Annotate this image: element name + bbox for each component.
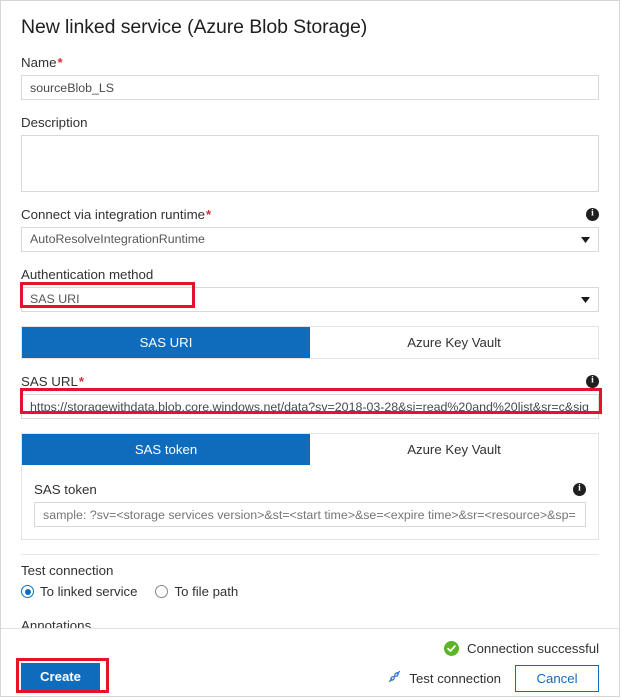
radio-indicator[interactable] — [21, 585, 34, 598]
dialog-footer: Connection successful Test connec — [1, 628, 619, 696]
sas-token-label-row: SAS token i — [34, 481, 586, 498]
integration-runtime-label-row: Connect via integration runtime* i — [21, 206, 599, 223]
annotations-label: Annotations — [21, 617, 599, 628]
radio-label: To file path — [174, 584, 238, 599]
info-icon[interactable]: i — [586, 375, 599, 388]
success-check-icon — [444, 641, 459, 656]
connection-status: Connection successful — [21, 629, 599, 663]
tab-azure-key-vault-token[interactable]: Azure Key Vault — [310, 434, 598, 465]
integration-runtime-label: Connect via integration runtime* — [21, 206, 211, 223]
footer-actions: Test connection Cancel — [21, 663, 599, 693]
description-label: Description — [21, 114, 599, 131]
sas-token-source-tabs: SAS token Azure Key Vault — [22, 434, 598, 467]
sas-url-source-tabs: SAS URI Azure Key Vault — [21, 326, 599, 359]
plug-icon — [387, 669, 402, 687]
name-label-text: Name — [21, 55, 56, 70]
sas-url-label: SAS URL* — [21, 373, 84, 390]
sas-token-input[interactable] — [34, 502, 586, 527]
integration-runtime-required-marker: * — [206, 207, 211, 222]
name-required-marker: * — [57, 55, 62, 70]
create-button-wrap: Create — [21, 663, 100, 690]
tab-azure-key-vault-url[interactable]: Azure Key Vault — [310, 327, 598, 358]
section-divider — [21, 554, 599, 555]
test-connection-button-label: Test connection — [409, 671, 501, 686]
name-label: Name* — [21, 54, 599, 71]
integration-runtime-label-text: Connect via integration runtime — [21, 207, 205, 222]
integration-runtime-select[interactable]: AutoResolveIntegrationRuntime — [21, 227, 599, 252]
description-textarea[interactable] — [21, 135, 599, 192]
info-icon[interactable]: i — [573, 483, 586, 496]
auth-method-label: Authentication method — [21, 266, 599, 283]
radio-to-linked-service[interactable]: To linked service — [21, 584, 137, 599]
status-text: Connection successful — [467, 641, 599, 656]
radio-indicator[interactable] — [155, 585, 168, 598]
dialog-body: New linked service (Azure Blob Storage) … — [1, 1, 619, 628]
radio-label: To linked service — [40, 584, 137, 599]
sas-token-label: SAS token — [34, 481, 97, 498]
sas-url-label-text: SAS URL — [21, 374, 78, 389]
integration-runtime-select-wrap[interactable]: AutoResolveIntegrationRuntime — [21, 227, 599, 252]
sas-url-input[interactable] — [21, 394, 599, 419]
sas-token-card: SAS token Azure Key Vault SAS token i — [21, 433, 599, 540]
create-button[interactable]: Create — [21, 663, 100, 690]
radio-to-file-path[interactable]: To file path — [155, 584, 238, 599]
auth-method-select-wrap[interactable]: SAS URI — [21, 287, 599, 312]
new-linked-service-dialog: New linked service (Azure Blob Storage) … — [0, 0, 620, 697]
auth-method-select[interactable]: SAS URI — [21, 287, 599, 312]
sas-url-required-marker: * — [79, 374, 84, 389]
sas-url-label-row: SAS URL* i — [21, 373, 599, 390]
cancel-button[interactable]: Cancel — [515, 665, 599, 692]
info-icon[interactable]: i — [586, 208, 599, 221]
tab-sas-token[interactable]: SAS token — [22, 434, 310, 465]
name-input[interactable] — [21, 75, 599, 100]
sas-token-card-inner: SAS token i — [22, 481, 598, 539]
tab-sas-uri[interactable]: SAS URI — [22, 327, 310, 358]
test-connection-button[interactable]: Test connection — [387, 669, 501, 687]
page-title: New linked service (Azure Blob Storage) — [21, 14, 599, 40]
test-connection-radio-group: To linked service To file path — [21, 584, 599, 599]
test-connection-label: Test connection — [21, 562, 599, 579]
